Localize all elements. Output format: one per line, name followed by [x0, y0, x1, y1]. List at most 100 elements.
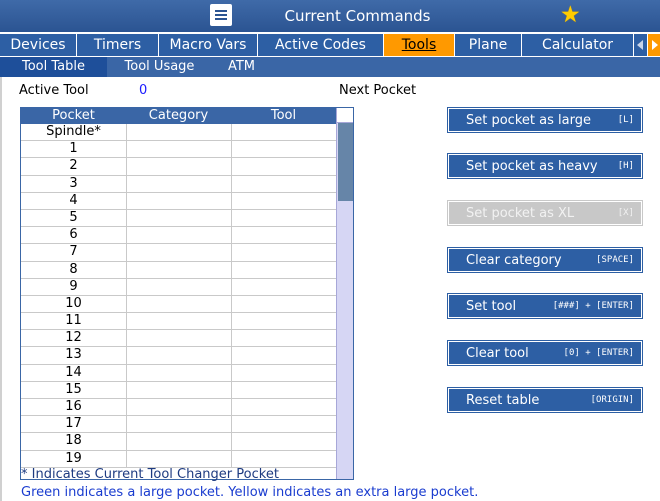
clear-category-button[interactable]: Clear category [SPACE] — [448, 248, 642, 272]
table-row[interactable]: 11 — [21, 313, 336, 331]
tab-tools[interactable]: Tools — [384, 34, 454, 56]
table-row[interactable]: 5 — [21, 209, 336, 228]
pocket-cell: 15 — [65, 381, 82, 397]
tool-cell — [231, 295, 336, 313]
pocket-cell: 6 — [69, 227, 78, 243]
table-row[interactable]: 2 — [21, 158, 336, 176]
subtab-tool-table[interactable]: Tool Table — [0, 57, 107, 77]
button-shortcut: [ORIGIN] — [590, 395, 634, 405]
pocket-cell: Spindle* — [46, 124, 101, 139]
category-cell — [126, 124, 231, 141]
set-pocket-heavy-button[interactable]: Set pocket as heavy [H] — [448, 154, 642, 178]
category-cell — [126, 433, 231, 451]
tool-cell — [231, 227, 336, 245]
table-row[interactable]: 9 — [21, 278, 336, 296]
tabs-scroll-right-icon[interactable] — [648, 34, 660, 56]
category-cell — [126, 261, 231, 279]
set-tool-button[interactable]: Set tool [###] + [ENTER] — [448, 294, 642, 318]
table-row[interactable]: 3 — [21, 175, 336, 193]
pocket-table: Pocket Category Tool Spindle* 1 2 3 4 5 6 7 8 9 10… — [20, 107, 354, 480]
tabs-scroll-left-icon[interactable] — [634, 34, 647, 56]
tool-cell — [231, 261, 336, 279]
pocket-cell: 4 — [69, 192, 78, 208]
button-shortcut: [X] — [617, 208, 634, 218]
current-pocket-note: * Indicates Current Tool Changer Pocket — [21, 467, 279, 482]
tab-macro-vars[interactable]: Macro Vars — [159, 34, 257, 56]
tool-cell — [231, 192, 336, 210]
tool-cell — [231, 347, 336, 365]
table-row[interactable]: 17 — [21, 416, 336, 434]
category-cell — [126, 175, 231, 193]
tab-plane[interactable]: Plane — [455, 34, 521, 56]
category-cell — [126, 227, 231, 245]
tool-cell — [231, 141, 336, 159]
next-pocket-label: Next Pocket — [339, 83, 417, 98]
table-row[interactable]: 7 — [21, 244, 336, 262]
category-cell — [126, 330, 231, 348]
table-row[interactable]: 18 — [21, 433, 336, 451]
tab-timers[interactable]: Timers — [77, 34, 158, 56]
tool-cell — [231, 399, 336, 416]
subtab-atm[interactable]: ATM — [212, 57, 271, 77]
table-row[interactable]: 1 — [21, 141, 336, 159]
table-row[interactable]: Spindle* — [21, 124, 336, 142]
table-row[interactable]: 12 — [21, 330, 336, 348]
table-row[interactable]: 6 — [21, 227, 336, 245]
tool-cell — [231, 433, 336, 451]
category-cell — [126, 295, 231, 313]
pocket-cell: 18 — [65, 433, 82, 449]
scrollbar-thumb[interactable] — [338, 123, 353, 201]
category-cell — [126, 192, 231, 210]
tab-active-codes[interactable]: Active Codes — [258, 34, 383, 56]
table-body: Spindle* 1 2 3 4 5 6 7 8 9 10 11 12 13 14 15 16 17 18 19 — [21, 124, 336, 468]
button-label: Set tool — [466, 299, 517, 314]
set-pocket-large-button[interactable]: Set pocket as large [L] — [448, 108, 642, 132]
tool-table-panel: Active Tool 0 Next Pocket Pocket Categor… — [0, 77, 660, 501]
button-label: Clear tool — [466, 346, 529, 361]
star-icon[interactable]: ★ — [560, 3, 581, 27]
button-shortcut: [SPACE] — [596, 255, 634, 265]
set-pocket-xl-button[interactable]: Set pocket as XL [X] — [448, 201, 642, 225]
table-row[interactable]: 16 — [21, 399, 336, 417]
clear-tool-button[interactable]: Clear tool [0] + [ENTER] — [448, 341, 642, 365]
category-cell — [126, 364, 231, 382]
category-cell — [126, 313, 231, 331]
table-row[interactable]: 13 — [21, 347, 336, 365]
category-cell — [126, 347, 231, 365]
table-row[interactable]: 14 — [21, 364, 336, 382]
category-cell — [126, 244, 231, 262]
tool-cell — [231, 416, 336, 434]
main-tabs: Devices Timers Macro Vars Active Codes T… — [0, 34, 660, 56]
pocket-cell: 3 — [69, 175, 78, 191]
title-bar: Current Commands ★ — [0, 0, 660, 32]
table-scrollbar[interactable] — [336, 108, 353, 479]
scrollbar-corner — [336, 108, 353, 123]
table-row[interactable]: 10 — [21, 295, 336, 314]
tool-cell — [231, 209, 336, 227]
tab-devices[interactable]: Devices — [0, 34, 76, 56]
pocket-cell: 8 — [69, 261, 78, 277]
button-shortcut: [0] + [ENTER] — [563, 348, 634, 358]
button-label: Clear category — [466, 253, 562, 268]
column-category: Category — [148, 108, 209, 123]
table-row[interactable]: 15 — [21, 381, 336, 399]
table-row[interactable]: 4 — [21, 192, 336, 210]
tool-cell — [231, 124, 336, 141]
tab-calculator[interactable]: Calculator — [522, 34, 633, 56]
pocket-cell: 7 — [69, 244, 78, 260]
pocket-cell: 11 — [65, 313, 82, 329]
button-shortcut: [###] + [ENTER] — [552, 301, 634, 311]
tool-cell — [231, 244, 336, 262]
reset-table-button[interactable]: Reset table [ORIGIN] — [448, 388, 642, 412]
tool-cell — [231, 313, 336, 331]
category-cell — [126, 450, 231, 468]
pocket-cell: 14 — [65, 364, 82, 380]
pocket-color-note: Green indicates a large pocket. Yellow i… — [21, 485, 479, 500]
button-shortcut: [H] — [617, 161, 634, 171]
subtab-tool-usage[interactable]: Tool Usage — [108, 57, 211, 77]
category-cell — [126, 278, 231, 296]
table-row[interactable]: 8 — [21, 261, 336, 279]
button-label: Reset table — [466, 393, 540, 408]
table-row[interactable]: 19 — [21, 450, 336, 468]
category-cell — [126, 399, 231, 416]
